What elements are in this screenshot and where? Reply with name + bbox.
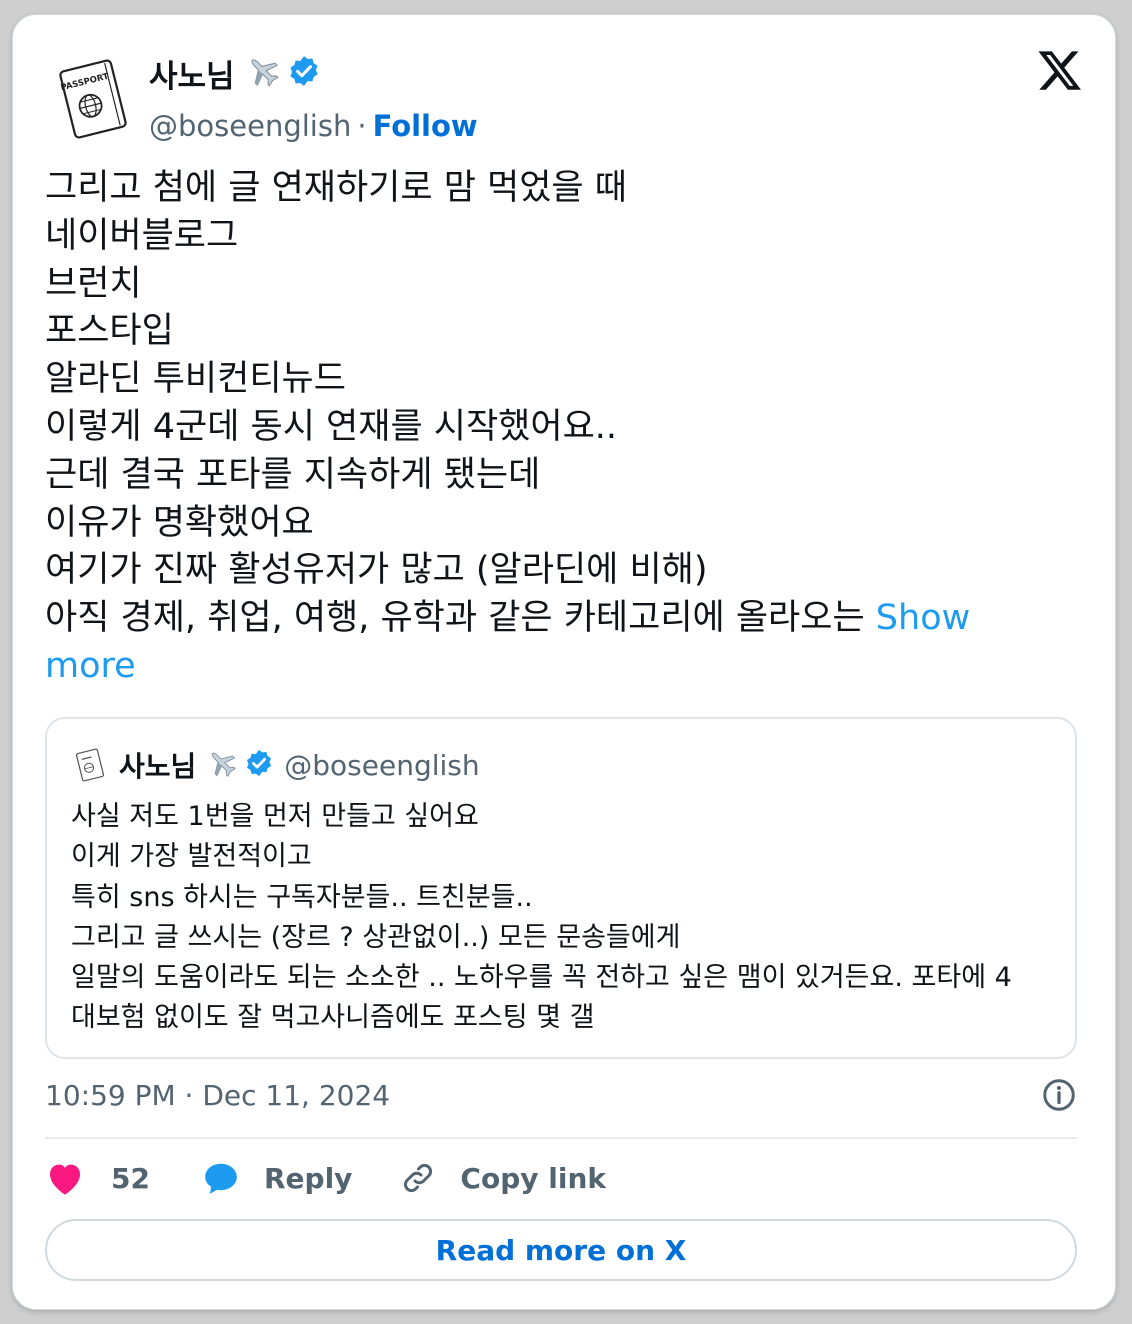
tweet-line: 네이버블로그 xyxy=(45,215,239,256)
avatar[interactable]: PASSPORT xyxy=(47,53,139,145)
info-icon[interactable] xyxy=(1041,1077,1077,1113)
author-handle-row: @boseenglish · Follow xyxy=(149,109,478,143)
like-count: 52 xyxy=(111,1161,150,1195)
tweet-line: 이유가 명확했어요 xyxy=(45,502,314,543)
divider xyxy=(45,1137,1077,1139)
copy-link-label: Copy link xyxy=(460,1161,606,1195)
action-bar: 52 Reply Copy link xyxy=(45,1155,606,1201)
reply-label: Reply xyxy=(263,1161,353,1195)
quoted-line: 이게 가장 발전적이고 xyxy=(71,841,312,873)
tweet-line: 근데 결국 포타를 지속하게 됐는데 xyxy=(45,454,541,495)
tweet-line: 여기가 진짜 활성유저가 많고 (알라딘에 비해) xyxy=(45,550,708,591)
quoted-line: 대보험 없이도 잘 먹고사니즘에도 포스팅 몇 갤 xyxy=(71,1002,595,1034)
x-logo-icon[interactable] xyxy=(1037,47,1083,93)
quoted-author-name: 사노님 xyxy=(119,750,197,783)
quoted-author-handle: @boseenglish xyxy=(284,748,480,782)
tweet-line: 이렇게 4군데 동시 연재를 시작했어요.. xyxy=(45,406,618,447)
airplane-emoji-icon xyxy=(245,53,281,93)
author-name-row: 사노님 xyxy=(149,51,321,95)
read-more-button[interactable]: Read more on X xyxy=(45,1219,1077,1281)
verified-badge-icon xyxy=(244,748,274,782)
link-icon xyxy=(404,1164,433,1192)
airplane-emoji-icon xyxy=(206,747,238,783)
quoted-line: 그리고 글 쓰시는 (장르 ? 상관없이..) 모든 문송들에게 xyxy=(71,921,681,953)
passport-avatar-icon xyxy=(75,748,105,782)
quoted-line: 특히 sns 하시는 구독자분들.. 트친분들.. xyxy=(71,881,533,913)
quoted-tweet-text: 사실 저도 1번을 먼저 만들고 싶어요 이게 가장 발전적이고 특히 sns … xyxy=(71,797,1061,1039)
tweet-line: 포스타입 xyxy=(45,311,174,352)
quoted-line: 사실 저도 1번을 먼저 만들고 싶어요 xyxy=(71,801,479,832)
follow-button[interactable]: Follow xyxy=(373,109,478,143)
tweet-timestamp[interactable]: 10:59 PM · Dec 11, 2024 xyxy=(45,1079,390,1112)
quoted-tweet[interactable]: 사노님 @boseenglish 사실 저도 1번을 먼저 만들고 싶어요 이게… xyxy=(45,717,1077,1059)
quoted-tweet-header: 사노님 @boseenglish xyxy=(71,745,480,785)
heart-icon xyxy=(50,1164,80,1195)
author-handle[interactable]: @boseenglish xyxy=(149,109,351,143)
tweet-line: 그리고 첨에 글 연재하기로 맘 먹었을 때 xyxy=(45,168,627,208)
tweet-line: 아직 경제, 취업, 여행, 유학과 같은 카테고리에 올라오는 xyxy=(45,598,876,639)
verified-badge-icon[interactable] xyxy=(287,54,321,92)
speech-bubble-icon xyxy=(205,1163,237,1194)
tweet-header: PASSPORT 사노님 @boseenglish · Follow xyxy=(47,43,1087,143)
copy-link-button[interactable]: Copy link xyxy=(400,1160,606,1196)
tweet-text: 그리고 첨에 글 연재하기로 맘 먹었을 때 네이버블로그 브런치 포스타입 알… xyxy=(45,165,1065,691)
tweet-card: PASSPORT 사노님 @boseenglish · Follow 그리고 첨… xyxy=(12,14,1116,1310)
like-button[interactable]: 52 xyxy=(45,1159,150,1197)
tweet-line: 브런치 xyxy=(45,263,142,304)
passport-avatar-icon: PASSPORT xyxy=(59,59,127,139)
quoted-line: 일말의 도움이라도 되는 소소한 .. 노하우를 꼭 전하고 싶은 맴이 있거든… xyxy=(71,962,1012,994)
tweet-line: 알라딘 투비컨티뉴드 xyxy=(45,359,346,400)
author-name[interactable]: 사노님 xyxy=(149,51,235,96)
reply-button[interactable]: Reply xyxy=(202,1160,352,1196)
